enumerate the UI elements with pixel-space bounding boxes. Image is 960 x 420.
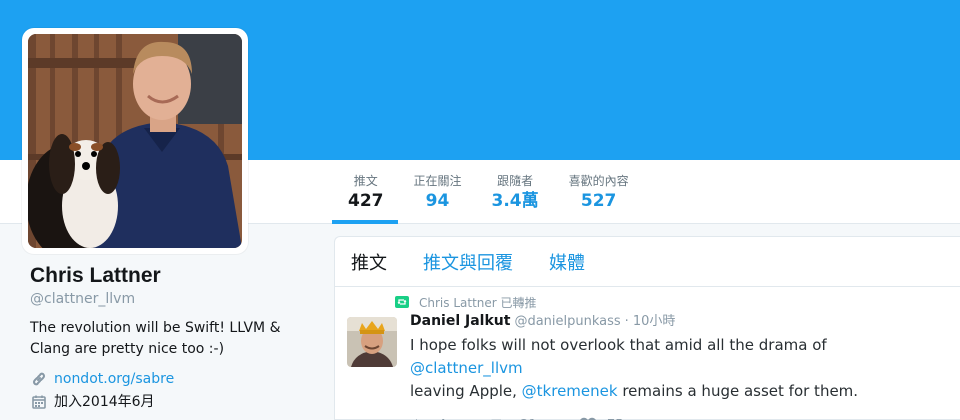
retweet-context-label[interactable]: Chris Lattner 已轉推 xyxy=(419,294,537,311)
stat-likes-label: 喜歡的內容 xyxy=(568,174,629,188)
tab-tweets[interactable]: 推文 xyxy=(351,249,387,275)
profile-joined-row: 加入2014年6月 xyxy=(30,391,310,413)
profile-website-row: nondot.org/sabre xyxy=(30,368,310,390)
profile-website-link[interactable]: nondot.org/sabre xyxy=(54,368,174,390)
profile-stats-nav: 推文 427 正在關注 94 跟隨者 3.4萬 喜歡的內容 527 xyxy=(332,160,643,224)
tweet-timestamp[interactable]: 10小時 xyxy=(633,312,676,332)
tweet-content: Daniel Jalkut @danielpunkass · 10小時 I ho… xyxy=(410,311,944,420)
tweet-mention-clattner[interactable]: @clattner_llvm xyxy=(410,359,523,377)
tweet-header-separator: · xyxy=(624,314,629,329)
profile-name[interactable]: Chris Lattner xyxy=(30,262,310,290)
profile-joined-date: 加入2014年6月 xyxy=(54,394,155,410)
retweet-context: Chris Lattner 已轉推 xyxy=(395,293,944,311)
tweet[interactable]: Chris Lattner 已轉推 Daniel Jalkut @danielp… xyxy=(335,287,960,420)
tweet-header: Daniel Jalkut @danielpunkass · 10小時 xyxy=(410,311,944,332)
stat-following-label: 正在關注 xyxy=(413,174,462,188)
profile-card: Chris Lattner @clattner_llvm The revolut… xyxy=(30,262,310,413)
tweet-mention-tkremenek[interactable]: @tkremenek xyxy=(522,382,618,400)
link-icon xyxy=(30,370,48,388)
stat-followers[interactable]: 跟隨者 3.4萬 xyxy=(476,160,553,224)
profile-bio: The revolution will be Swift! LLVM & Cla… xyxy=(30,320,281,357)
stat-likes[interactable]: 喜歡的內容 527 xyxy=(553,160,643,224)
timeline-tabs: 推文 推文與回覆 媒體 xyxy=(335,237,960,287)
tweet-author-name[interactable]: Daniel Jalkut xyxy=(410,311,510,331)
profile-avatar[interactable] xyxy=(22,28,248,254)
tweet-text: I hope folks will not overlook that amid… xyxy=(410,334,944,403)
tweet-author-handle[interactable]: @danielpunkass xyxy=(514,312,620,332)
profile-photo-illustration xyxy=(28,34,242,248)
stat-followers-value: 3.4萬 xyxy=(491,191,539,211)
tweet-text-part: I hope folks will not overlook that amid… xyxy=(410,336,827,354)
tab-tweets-and-replies[interactable]: 推文與回覆 xyxy=(423,249,513,275)
stat-following-value: 94 xyxy=(425,191,450,211)
stat-tweets-label: 推文 xyxy=(353,174,378,188)
stat-likes-value: 527 xyxy=(580,191,617,211)
stat-following[interactable]: 正在關注 94 xyxy=(398,160,476,224)
profile-photo xyxy=(28,34,242,248)
tweet-timeline: 推文 推文與回覆 媒體 Chris Lattner 已轉推 Daniel Jal… xyxy=(334,236,960,420)
calendar-icon xyxy=(30,393,48,411)
tweet-text-part: leaving Apple, xyxy=(410,382,522,400)
stat-tweets-value: 427 xyxy=(348,191,384,211)
tab-media[interactable]: 媒體 xyxy=(549,249,585,275)
retweet-context-icon xyxy=(395,296,409,308)
stat-followers-label: 跟隨者 xyxy=(497,174,534,188)
profile-handle[interactable]: @clattner_llvm xyxy=(30,290,310,308)
tweet-text-part: remains a huge asset for them. xyxy=(617,382,859,400)
stat-tweets[interactable]: 推文 427 xyxy=(332,160,398,224)
tweet-author-avatar[interactable] xyxy=(347,317,397,367)
